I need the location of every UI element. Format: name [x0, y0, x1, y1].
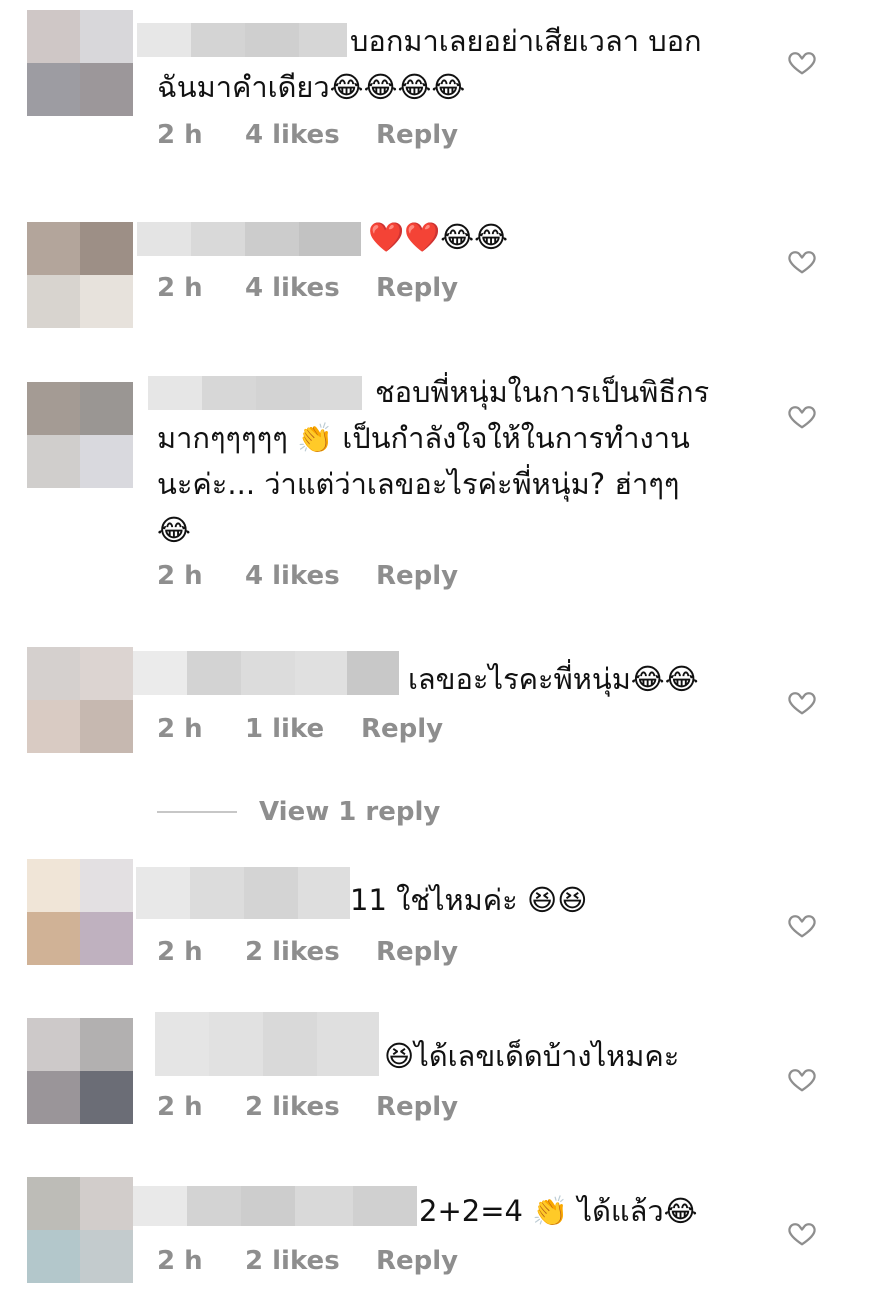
comment-text: 😆ได้เลขเด็ดบ้างไหมคะ: [384, 1039, 680, 1073]
avatar-pixel: [27, 1018, 80, 1071]
comment-meta: 2 h 4 likes Reply: [157, 561, 458, 591]
heart-icon[interactable]: [787, 401, 817, 431]
avatar-pixel: [80, 647, 133, 700]
avatar-pixel: [27, 275, 80, 328]
likes-count[interactable]: 1 like: [245, 714, 361, 744]
likes-count[interactable]: 2 likes: [245, 937, 376, 967]
avatar[interactable]: [27, 647, 133, 753]
reply-button[interactable]: Reply: [376, 120, 458, 150]
view-replies-button[interactable]: View 1 reply: [157, 797, 440, 827]
comment-text: บอกมาเลยอย่าเสียเวลา บอก ฉันมาคำเดียว😂😂😂…: [157, 24, 702, 104]
view-replies-divider: [157, 811, 237, 813]
comment-time: 2 h: [157, 937, 203, 967]
avatar[interactable]: [27, 382, 133, 488]
avatar-pixel: [27, 63, 80, 116]
avatar-pixel: [27, 647, 80, 700]
comment-meta: 2 h 4 likes Reply: [157, 120, 458, 150]
heart-icon[interactable]: [787, 687, 817, 717]
avatar-pixel: [27, 912, 80, 965]
comment-text: 2+2=4 👏 ได้แล้ว😂: [419, 1194, 698, 1228]
heart-icon[interactable]: [787, 910, 817, 940]
avatar-pixel: [27, 10, 80, 63]
avatar-pixel: [80, 1071, 133, 1124]
avatar-pixel: [27, 700, 80, 753]
avatar-pixel: [27, 382, 80, 435]
avatar-pixel: [80, 10, 133, 63]
avatar-pixel: [27, 1071, 80, 1124]
comment-time: 2 h: [157, 273, 203, 303]
comment-text: ชอบพี่หนุ่มในการเป็นพิธีกร มากๆๆๆๆๆ 👏 เป…: [157, 375, 710, 547]
avatar-pixel: [27, 859, 80, 912]
reply-button[interactable]: Reply: [376, 1246, 458, 1276]
reply-button[interactable]: Reply: [361, 714, 443, 744]
avatar[interactable]: [27, 859, 133, 965]
avatar[interactable]: [27, 10, 133, 116]
avatar[interactable]: [27, 1177, 133, 1283]
comment-time: 2 h: [157, 1092, 203, 1122]
username-blurred[interactable]: [133, 651, 399, 695]
avatar-pixel: [80, 912, 133, 965]
reply-button[interactable]: Reply: [376, 273, 458, 303]
reply-button[interactable]: Reply: [376, 1092, 458, 1122]
comment-meta: 2 h 2 likes Reply: [157, 1092, 458, 1122]
avatar-pixel: [80, 1018, 133, 1071]
avatar-pixel: [80, 382, 133, 435]
comment-meta: 2 h 2 likes Reply: [157, 937, 458, 967]
heart-icon[interactable]: [787, 1218, 817, 1248]
likes-count[interactable]: 4 likes: [245, 561, 376, 591]
comment-text: 11 ใช่ไหมค่ะ 😆😆: [350, 883, 588, 917]
avatar-pixel: [80, 435, 133, 488]
avatar-pixel: [27, 222, 80, 275]
avatar-pixel: [80, 859, 133, 912]
comment-time: 2 h: [157, 120, 203, 150]
username-blurred[interactable]: [137, 222, 361, 256]
avatar-pixel: [80, 63, 133, 116]
avatar-pixel: [27, 1177, 80, 1230]
avatar-pixel: [80, 275, 133, 328]
comment-meta: 2 h 4 likes Reply: [157, 273, 458, 303]
username-blurred[interactable]: [155, 1012, 379, 1076]
comment-meta: 2 h 2 likes Reply: [157, 1246, 458, 1276]
comment-time: 2 h: [157, 1246, 203, 1276]
comment-time: 2 h: [157, 714, 203, 744]
avatar[interactable]: [27, 222, 133, 328]
avatar-pixel: [27, 1230, 80, 1283]
view-replies-label[interactable]: View 1 reply: [259, 797, 440, 827]
avatar-pixel: [80, 1230, 133, 1283]
reply-button[interactable]: Reply: [376, 937, 458, 967]
username-blurred[interactable]: [136, 867, 350, 919]
heart-icon[interactable]: [787, 1064, 817, 1094]
avatar-pixel: [27, 435, 80, 488]
comment-meta: 2 h 1 like Reply: [157, 714, 443, 744]
likes-count[interactable]: 2 likes: [245, 1246, 376, 1276]
heart-icon[interactable]: [787, 246, 817, 276]
reply-button[interactable]: Reply: [376, 561, 458, 591]
comment-text: ❤️❤️😂😂: [368, 220, 508, 254]
comment-time: 2 h: [157, 561, 203, 591]
username-blurred[interactable]: [133, 1186, 417, 1226]
avatar-pixel: [80, 700, 133, 753]
avatar-pixel: [80, 222, 133, 275]
heart-icon[interactable]: [787, 47, 817, 77]
likes-count[interactable]: 4 likes: [245, 120, 376, 150]
avatar[interactable]: [27, 1018, 133, 1124]
likes-count[interactable]: 2 likes: [245, 1092, 376, 1122]
likes-count[interactable]: 4 likes: [245, 273, 376, 303]
avatar-pixel: [80, 1177, 133, 1230]
comment-text: เลขอะไรคะพี่หนุ่ม😂😂: [408, 662, 699, 696]
